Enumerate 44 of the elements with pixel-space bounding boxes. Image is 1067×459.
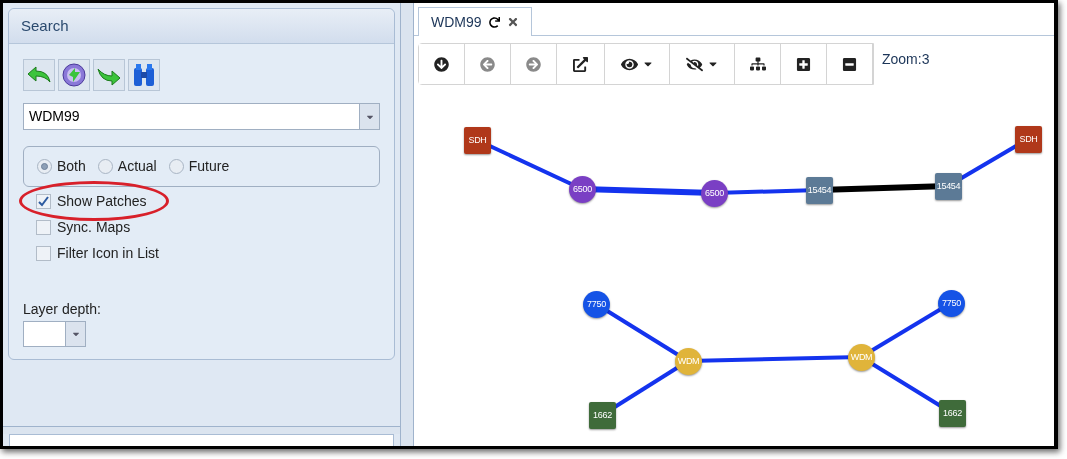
layer-depth-label: Layer depth: bbox=[23, 300, 102, 319]
checkbox[interactable] bbox=[36, 193, 51, 209]
dropdown-button[interactable] bbox=[65, 322, 85, 346]
external-link-icon bbox=[573, 56, 588, 72]
radio-button[interactable] bbox=[37, 159, 52, 174]
network-node[interactable]: 15454 bbox=[806, 177, 833, 204]
download-icon bbox=[434, 56, 449, 72]
radio-label: Future bbox=[188, 157, 230, 176]
checkbox[interactable] bbox=[36, 219, 51, 235]
refresh-icon[interactable] bbox=[488, 16, 500, 28]
map-tab[interactable]: WDM99 bbox=[418, 7, 532, 36]
zoom-label: Zoom:3 bbox=[882, 49, 930, 69]
checkbox[interactable] bbox=[36, 245, 51, 261]
network-combo[interactable]: WDM99 bbox=[23, 103, 380, 130]
radio-button[interactable] bbox=[168, 159, 184, 174]
network-node[interactable]: 7750 bbox=[938, 290, 965, 317]
toolbar-button[interactable] bbox=[128, 59, 160, 91]
combo-value: WDM99 bbox=[28, 107, 81, 126]
back-icon bbox=[480, 56, 495, 72]
network-node[interactable]: 6500 bbox=[701, 180, 728, 207]
checkbox-label: Show Patches bbox=[57, 191, 147, 211]
checkbox-label: Sync. Maps bbox=[57, 217, 131, 237]
hierarchy-icon bbox=[749, 56, 766, 72]
radio-label: Actual bbox=[117, 157, 157, 176]
forward-icon bbox=[526, 56, 541, 72]
network-node[interactable]: 15454 bbox=[935, 173, 962, 200]
dropdown-button[interactable] bbox=[359, 104, 379, 129]
checkbox-label: Filter Icon in List bbox=[57, 243, 159, 263]
network-node[interactable]: SDH bbox=[1015, 126, 1042, 153]
network-node[interactable]: 6500 bbox=[569, 176, 596, 203]
network-node[interactable]: 1662 bbox=[589, 402, 616, 429]
radio-label: Both bbox=[57, 157, 86, 176]
toolbar-button[interactable] bbox=[419, 44, 465, 84]
network-node[interactable]: SDH bbox=[464, 127, 491, 154]
panel-title: Search bbox=[21, 15, 69, 36]
minus-icon bbox=[842, 56, 857, 72]
close-icon[interactable] bbox=[506, 16, 519, 28]
plus-icon bbox=[796, 56, 811, 72]
binoculars-icon bbox=[132, 62, 156, 88]
eye-slash-icon bbox=[685, 55, 703, 73]
layer-depth-combo[interactable] bbox=[23, 321, 86, 347]
network-node[interactable]: 1662 bbox=[939, 400, 966, 427]
network-node[interactable]: 7750 bbox=[583, 291, 610, 318]
radio-button[interactable] bbox=[97, 159, 113, 174]
